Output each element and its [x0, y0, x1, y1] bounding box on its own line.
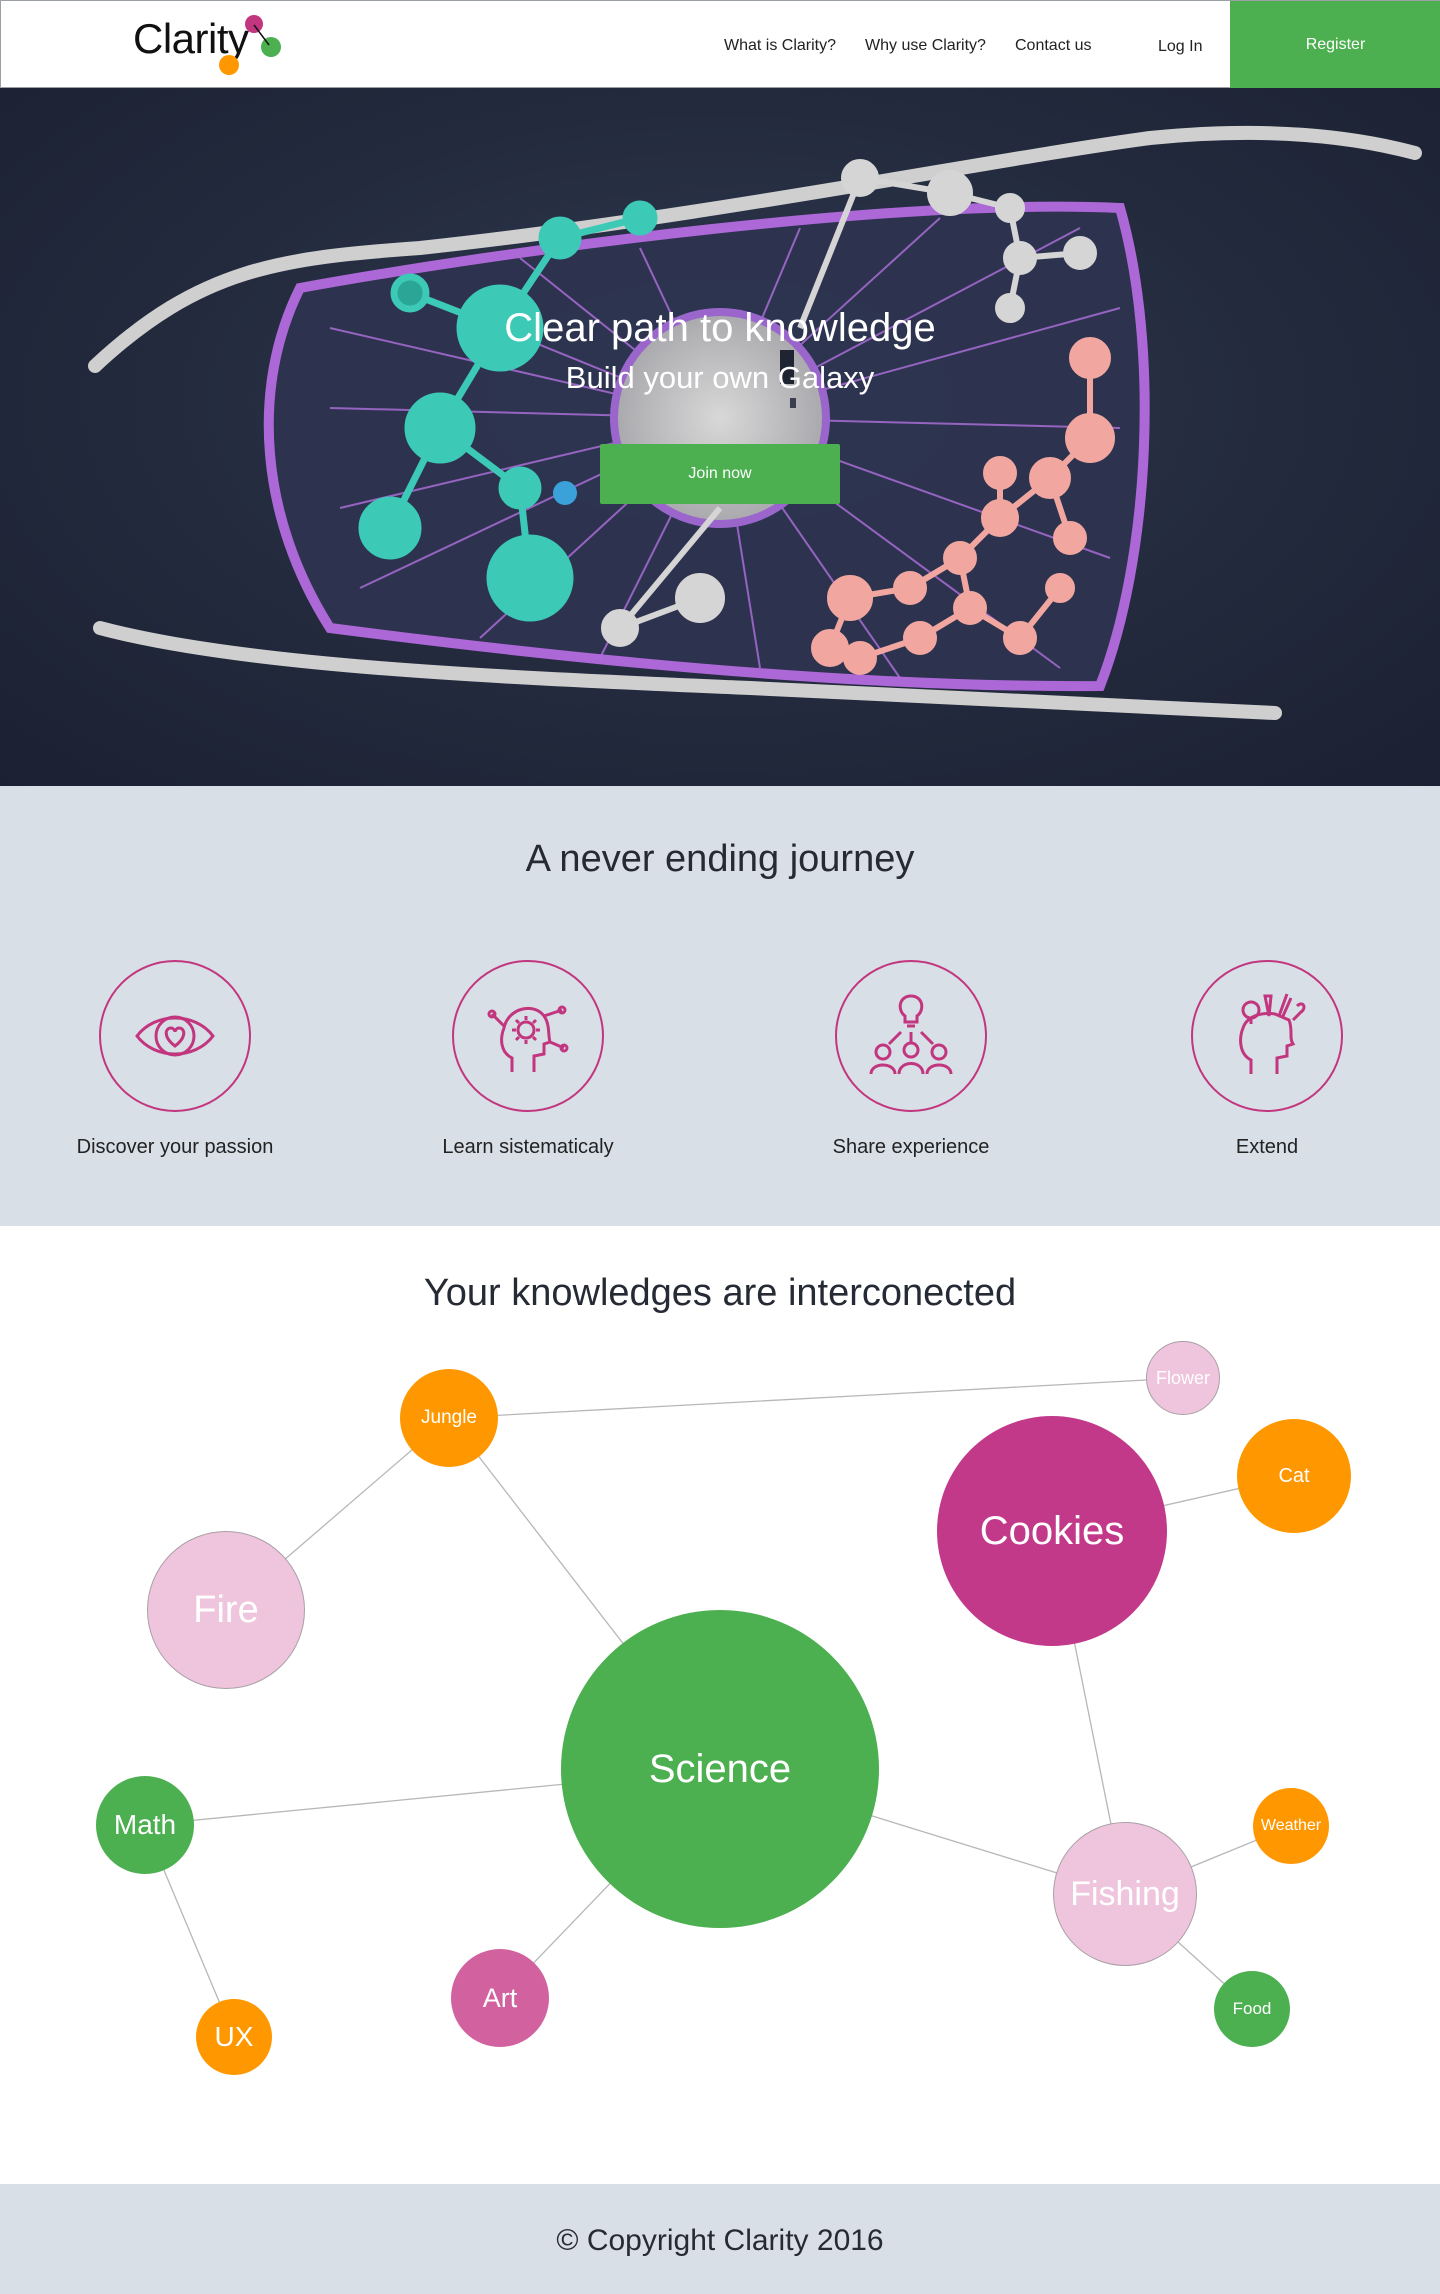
- graph-node-label: Fire: [193, 1588, 259, 1631]
- feature-label: Share experience: [832, 1136, 990, 1158]
- feature-discover-passion: Discover your passion: [25, 960, 325, 1159]
- graph-node-weather[interactable]: Weather: [1253, 1788, 1329, 1864]
- graph-node-label: Cookies: [979, 1508, 1125, 1553]
- graph-edge-jungle-flower: [448, 1377, 1184, 1419]
- graph-node-label: Math: [113, 1809, 177, 1840]
- head-gear-icon: [487, 1005, 569, 1072]
- feature-label: Learn sistematicaly: [442, 1136, 614, 1158]
- feature-label: Discover your passion: [76, 1136, 274, 1158]
- graph-node-fire[interactable]: Fire: [147, 1531, 305, 1689]
- hero-section: Clear path to knowledge Build your own G…: [0, 88, 1440, 786]
- eye-heart-icon: [135, 1015, 215, 1057]
- graph-node-label: Food: [1232, 1999, 1272, 2018]
- feature-icon-ring: [452, 960, 604, 1112]
- graph-node-math[interactable]: Math: [96, 1776, 194, 1874]
- team-lightbulb-icon: [869, 994, 953, 1075]
- hero-subtitle: Build your own Galaxy: [565, 360, 875, 395]
- feature-extend: Extend: [1117, 960, 1417, 1159]
- logo-connector: [253, 24, 270, 46]
- graph-node-science[interactable]: Science: [561, 1610, 879, 1928]
- site-footer: © Copyright Clarity 2016: [0, 2184, 1440, 2294]
- join-now-button[interactable]: Join now: [600, 444, 840, 504]
- hero-title: Clear path to knowledge: [504, 306, 936, 350]
- nav-what-is-clarity[interactable]: What is Clarity?: [724, 37, 836, 55]
- feature-icon-ring: [1191, 960, 1343, 1112]
- site-header: Clarity What is Clarity? Why use Clarity…: [0, 0, 1440, 89]
- graph-node-fishing[interactable]: Fishing: [1053, 1822, 1197, 1966]
- graph-node-label: Flower: [1155, 1367, 1210, 1388]
- head-tools-icon: [1239, 993, 1306, 1074]
- register-button[interactable]: Register: [1230, 1, 1440, 89]
- feature-learn-systematically: Learn sistematicaly: [378, 960, 678, 1159]
- graph-node-jungle[interactable]: Jungle: [400, 1369, 498, 1467]
- feature-icon-ring: [99, 960, 251, 1112]
- graph-node-food[interactable]: Food: [1214, 1971, 1290, 2047]
- feature-label: Extend: [1235, 1136, 1299, 1158]
- graph-node-label: UX: [214, 2021, 254, 2052]
- hero-chalk-eye-illustration: [88, 126, 1422, 720]
- knowledge-graph: Jungle Flower Cat Cookies Fire Science Math UX A…: [0, 1226, 1440, 2184]
- nav-contact-us[interactable]: Contact us: [1015, 37, 1091, 55]
- graph-node-label: Art: [482, 1982, 518, 2013]
- graph-node-label: Cat: [1278, 1464, 1310, 1487]
- nav-why-use-clarity[interactable]: Why use Clarity?: [865, 37, 986, 55]
- feature-share-experience: Share experience: [761, 960, 1061, 1159]
- login-link[interactable]: Log In: [1158, 38, 1202, 56]
- graph-node-flower[interactable]: Flower: [1146, 1341, 1220, 1415]
- graph-node-art[interactable]: Art: [451, 1949, 549, 2047]
- feature-icon-ring: [835, 960, 987, 1112]
- graph-node-label: Science: [648, 1746, 792, 1791]
- graph-node-cat[interactable]: Cat: [1237, 1419, 1351, 1533]
- graph-node-ux[interactable]: UX: [196, 1999, 272, 2075]
- clarity-logo[interactable]: Clarity: [133, 11, 293, 81]
- graph-node-label: Weather: [1260, 1817, 1322, 1834]
- graph-node-label: Jungle: [421, 1407, 477, 1428]
- features-title: A never ending journey: [525, 838, 915, 880]
- graph-node-cookies[interactable]: Cookies: [937, 1416, 1167, 1646]
- features-section: A never ending journey Discover your pas…: [0, 786, 1440, 1226]
- graph-node-label: Fishing: [1070, 1874, 1180, 1913]
- copyright-text: © Copyright Clarity 2016: [556, 2224, 884, 2257]
